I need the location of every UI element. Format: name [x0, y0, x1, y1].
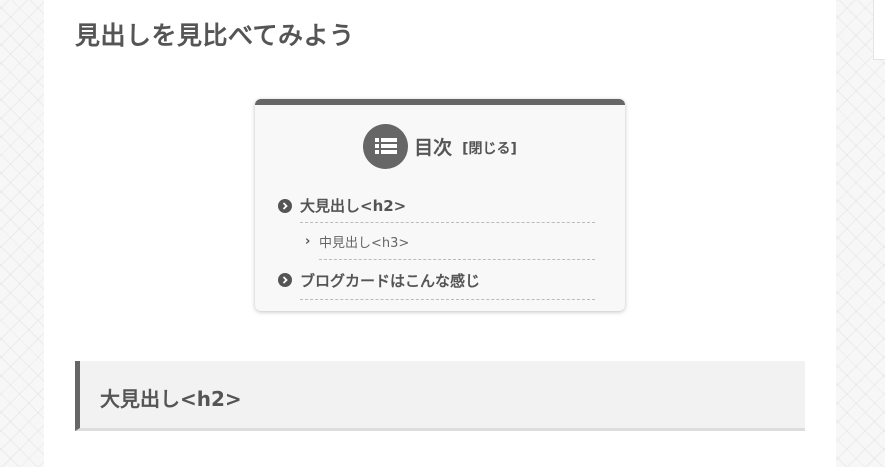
list-icon — [363, 123, 409, 169]
article-body: 見出しを見比べてみよう 目次 [閉じる] 大見出し<h2> › 中見出し<h3>… — [44, 0, 836, 467]
table-of-contents: 目次 [閉じる] 大見出し<h2> › 中見出し<h3> ブログカードはこんな感… — [255, 99, 625, 311]
section-heading: 大見出し<h2> — [100, 387, 242, 411]
page-title: 見出しを見比べてみよう — [75, 21, 355, 50]
chevron-circle-icon — [278, 273, 292, 287]
toc-header: 目次 [閉じる] — [255, 122, 625, 170]
toc-link-blogcard[interactable]: ブログカードはこんな感じ — [278, 261, 595, 300]
section-heading-box: 大見出し<h2> — [75, 361, 805, 431]
toc-title: 目次 — [414, 136, 453, 159]
toc-link-h3[interactable]: › 中見出し<h3> — [305, 224, 595, 260]
scroll-edge — [873, 0, 885, 60]
chevron-circle-icon — [278, 198, 292, 213]
toc-link-h2[interactable]: 大見出し<h2> — [278, 189, 595, 223]
toc-toggle-button[interactable]: [閉じる] — [462, 138, 517, 158]
toc-item-label: ブログカードはこんな感じ — [300, 271, 481, 290]
toc-item-label: 中見出し<h3> — [319, 236, 410, 251]
toc-item-label: 大見出し<h2> — [300, 197, 407, 215]
chevron-right-icon: › — [305, 234, 311, 249]
